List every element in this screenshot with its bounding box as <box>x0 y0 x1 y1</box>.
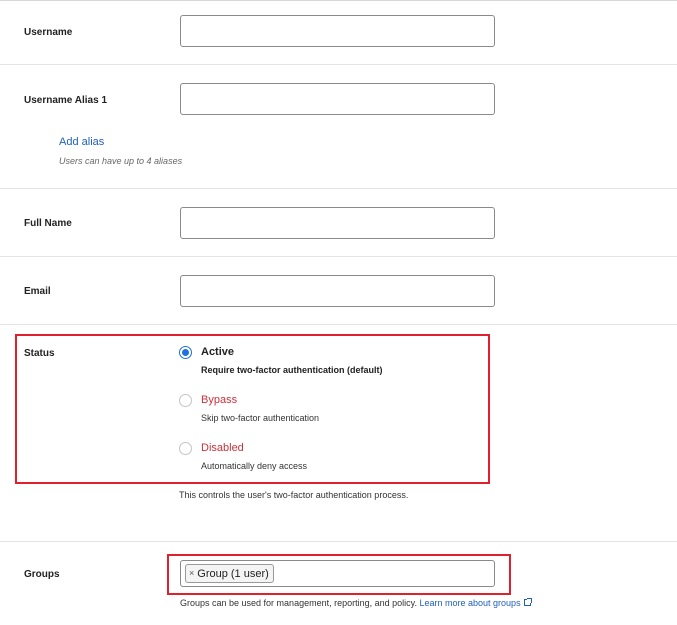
status-active-radio[interactable] <box>179 346 192 359</box>
username-label: Username <box>24 27 73 38</box>
groups-label: Groups <box>24 569 60 580</box>
full-name-input[interactable] <box>180 207 495 239</box>
status-help-text: This controls the user's two-factor auth… <box>179 490 409 500</box>
group-chip: × Group (1 user) <box>185 564 274 583</box>
status-active-label[interactable]: Active <box>201 346 234 358</box>
email-input[interactable] <box>180 275 495 307</box>
learn-more-groups-link-label: Learn more about groups <box>419 598 521 608</box>
full-name-label: Full Name <box>24 218 72 229</box>
status-active-description: Require two-factor authentication (defau… <box>201 365 383 375</box>
groups-help-label: Groups can be used for management, repor… <box>180 598 417 608</box>
top-rule <box>0 0 677 1</box>
status-disabled-radio[interactable] <box>179 442 192 455</box>
divider <box>0 324 677 325</box>
username-alias-1-input[interactable] <box>180 83 495 115</box>
add-alias-link[interactable]: Add alias <box>59 136 104 148</box>
alias-help-text: Users can have up to 4 aliases <box>59 156 183 166</box>
group-chip-label: Group (1 user) <box>197 567 269 580</box>
username-input[interactable] <box>180 15 495 47</box>
status-disabled-label[interactable]: Disabled <box>201 442 244 454</box>
status-bypass-description: Skip two-factor authentication <box>201 413 320 423</box>
status-disabled-description: Automatically deny access <box>201 461 308 471</box>
status-bypass-radio[interactable] <box>179 394 192 407</box>
groups-help-text: Groups can be used for management, repor… <box>180 598 532 608</box>
external-link-icon <box>523 598 532 606</box>
learn-more-groups-link[interactable]: Learn more about groups <box>419 598 532 608</box>
divider <box>0 188 677 189</box>
status-label: Status <box>24 348 55 359</box>
status-bypass-label[interactable]: Bypass <box>201 394 237 406</box>
remove-icon[interactable]: × <box>189 569 194 578</box>
divider <box>0 64 677 65</box>
username-alias-1-label: Username Alias 1 <box>24 95 108 106</box>
divider <box>0 541 677 542</box>
divider <box>0 256 677 257</box>
email-label: Email <box>24 286 51 297</box>
groups-input[interactable]: × Group (1 user) <box>180 560 495 587</box>
